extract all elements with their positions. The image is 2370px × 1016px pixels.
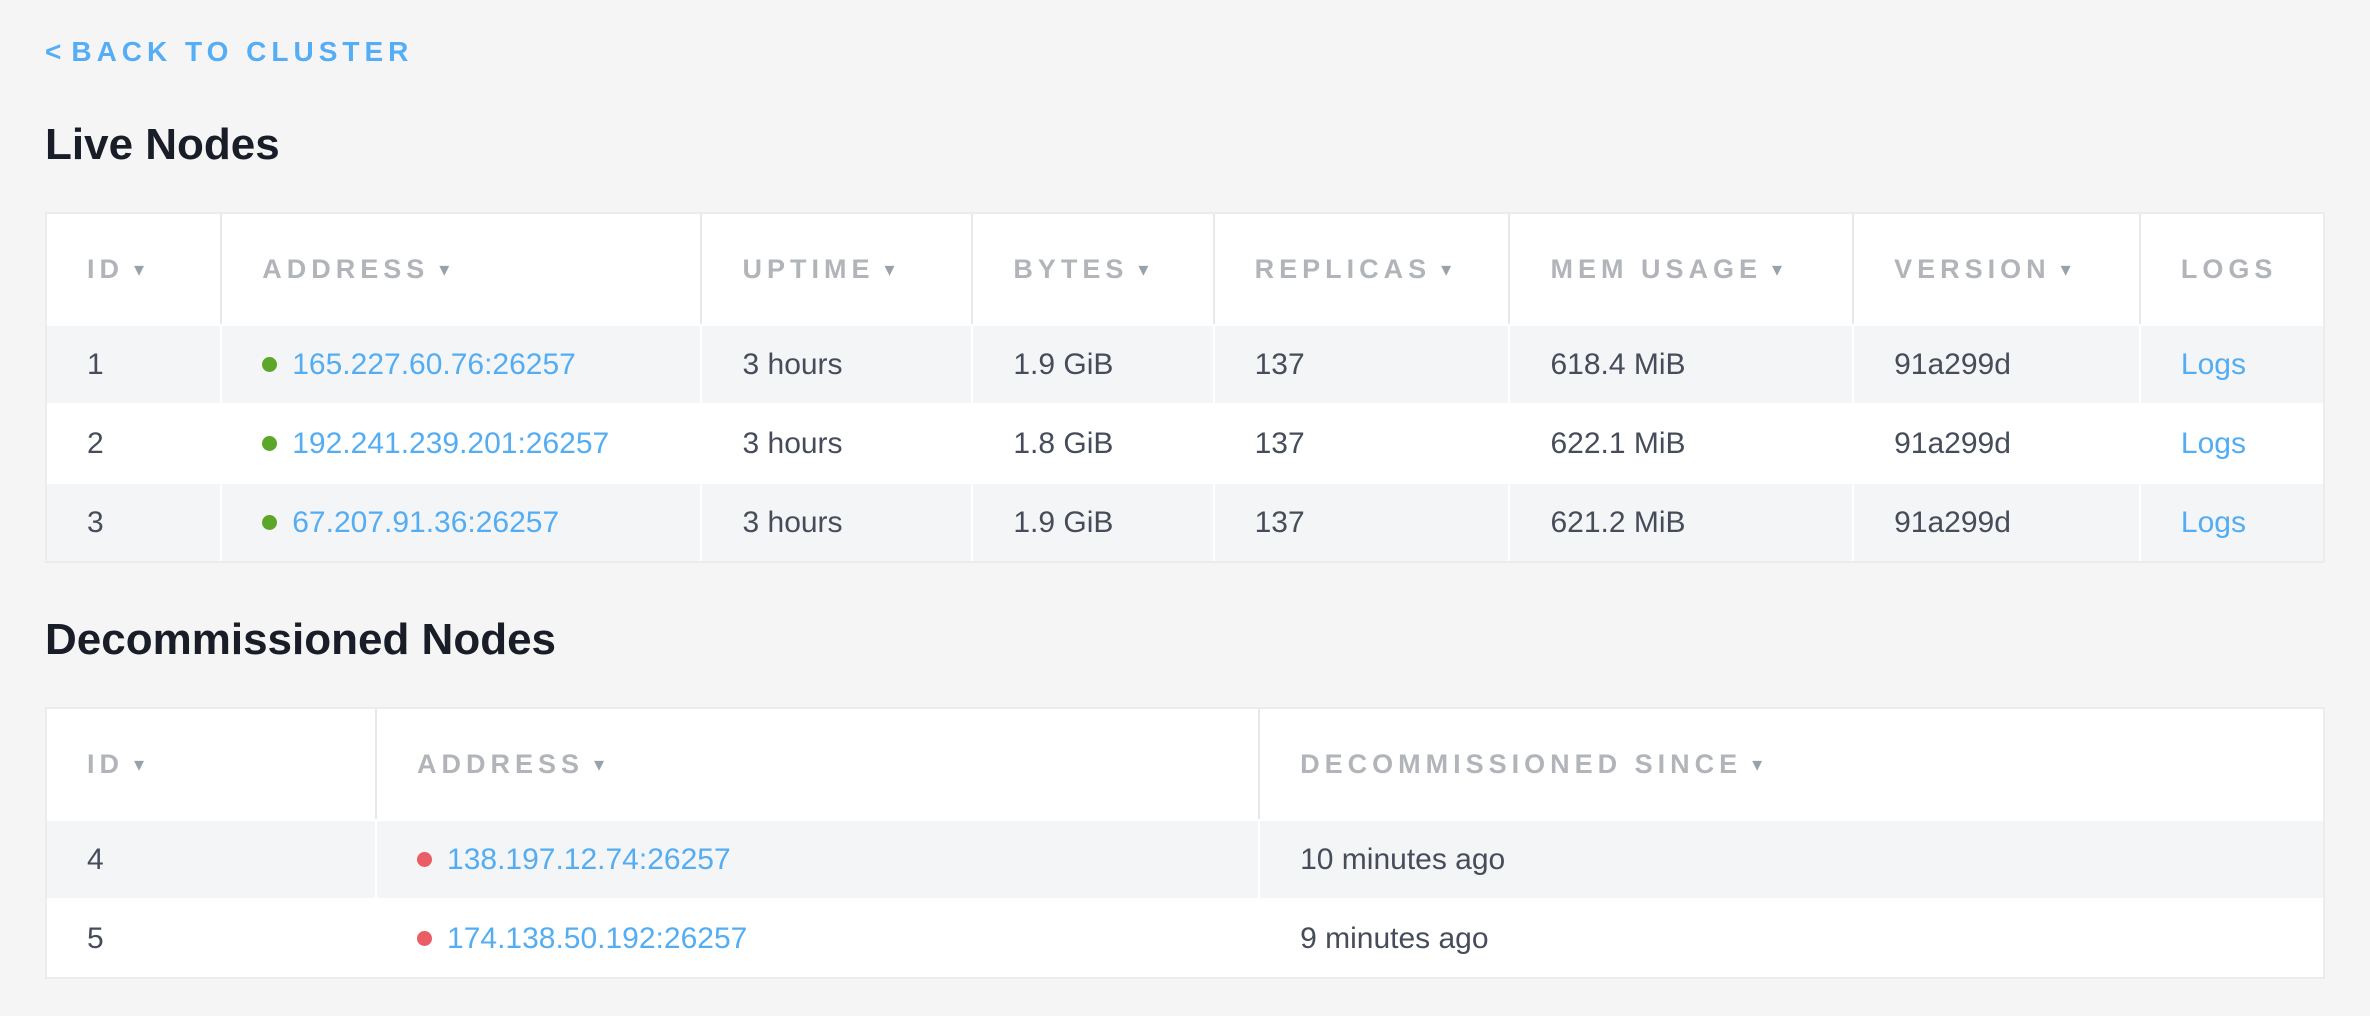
node-id-cell: 4 xyxy=(47,819,377,898)
sort-arrow-icon: ▾ xyxy=(885,257,895,282)
live-nodes-header-row: ID ▾ ADDRESS ▾ UPTIME ▾ BYTES ▾ REPLICAS ▾ ME… xyxy=(47,214,2323,324)
node-version-cell: 91a299d xyxy=(1854,403,2141,482)
back-to-cluster-label: BACK TO CLUSTER xyxy=(71,36,413,67)
node-address-cell: 192.241.239.201:26257 xyxy=(222,403,702,482)
column-header-mem-usage[interactable]: MEM USAGE ▾ xyxy=(1510,214,1854,324)
sort-arrow-icon: ▾ xyxy=(134,257,144,282)
table-row-node-5: 5 174.138.50.192:26257 9 minutes ago xyxy=(47,898,2323,977)
node-replicas-cell: 137 xyxy=(1215,324,1511,403)
node-address-link[interactable]: 192.241.239.201:26257 xyxy=(292,427,609,460)
node-decommissioned-since-cell: 9 minutes ago xyxy=(1260,898,2323,977)
sort-arrow-icon: ▾ xyxy=(1138,257,1148,282)
node-mem-usage-cell: 621.2 MiB xyxy=(1510,482,1854,561)
node-mem-usage-cell: 618.4 MiB xyxy=(1510,324,1854,403)
column-header-version-label: VERSION xyxy=(1894,254,2051,284)
node-id-cell: 1 xyxy=(47,324,222,403)
table-row-node-1: 1 165.227.60.76:26257 3 hours 1.9 GiB 13… xyxy=(47,324,2323,403)
column-header-address-label: ADDRESS xyxy=(417,749,584,779)
nodes-page: < BACK TO CLUSTER Live Nodes ID ▾ ADDRESS ▾… xyxy=(0,0,2370,979)
column-header-uptime-label: UPTIME xyxy=(742,254,874,284)
column-header-address[interactable]: ADDRESS ▾ xyxy=(222,214,702,324)
table-row-node-4: 4 138.197.12.74:26257 10 minutes ago xyxy=(47,819,2323,898)
node-replicas-cell: 137 xyxy=(1215,403,1511,482)
node-address-cell: 165.227.60.76:26257 xyxy=(222,324,702,403)
node-logs-cell: Logs xyxy=(2141,482,2323,561)
decommissioned-status-dot-icon xyxy=(417,852,432,867)
node-id-cell: 5 xyxy=(47,898,377,977)
node-address-cell: 138.197.12.74:26257 xyxy=(377,819,1260,898)
column-header-id[interactable]: ID ▾ xyxy=(47,709,377,819)
column-header-decommissioned-since[interactable]: DECOMMISSIONED SINCE ▾ xyxy=(1260,709,2323,819)
live-status-dot-icon xyxy=(262,515,277,530)
node-address-link[interactable]: 67.207.91.36:26257 xyxy=(292,506,559,539)
decommissioned-nodes-header-row: ID ▾ ADDRESS ▾ DECOMMISSIONED SINCE ▾ xyxy=(47,709,2323,819)
column-header-logs: LOGS xyxy=(2141,214,2323,324)
sort-arrow-icon: ▾ xyxy=(439,257,449,282)
node-version-cell: 91a299d xyxy=(1854,324,2141,403)
column-header-id-label: ID xyxy=(87,749,124,779)
live-nodes-table: ID ▾ ADDRESS ▾ UPTIME ▾ BYTES ▾ REPLICAS ▾ ME… xyxy=(45,212,2325,563)
decommissioned-nodes-table: ID ▾ ADDRESS ▾ DECOMMISSIONED SINCE ▾ 4 138… xyxy=(45,707,2325,979)
node-address-cell: 174.138.50.192:26257 xyxy=(377,898,1260,977)
logs-link[interactable]: Logs xyxy=(2181,427,2246,460)
column-header-replicas-label: REPLICAS xyxy=(1255,254,1432,284)
sort-arrow-icon: ▾ xyxy=(594,752,604,777)
column-header-bytes[interactable]: BYTES ▾ xyxy=(973,214,1214,324)
column-header-address-label: ADDRESS xyxy=(262,254,429,284)
node-logs-cell: Logs xyxy=(2141,403,2323,482)
back-to-cluster-link[interactable]: < BACK TO CLUSTER xyxy=(45,36,413,68)
node-id-cell: 3 xyxy=(47,482,222,561)
table-row-node-2: 2 192.241.239.201:26257 3 hours 1.8 GiB … xyxy=(47,403,2323,482)
decommissioned-status-dot-icon xyxy=(417,931,432,946)
logs-link[interactable]: Logs xyxy=(2181,348,2246,381)
column-header-replicas[interactable]: REPLICAS ▾ xyxy=(1215,214,1511,324)
column-header-uptime[interactable]: UPTIME ▾ xyxy=(702,214,973,324)
node-bytes-cell: 1.8 GiB xyxy=(973,403,1214,482)
column-header-version[interactable]: VERSION ▾ xyxy=(1854,214,2141,324)
node-decommissioned-since-cell: 10 minutes ago xyxy=(1260,819,2323,898)
node-uptime-cell: 3 hours xyxy=(702,324,973,403)
node-address-link[interactable]: 174.138.50.192:26257 xyxy=(447,922,747,955)
sort-arrow-icon: ▾ xyxy=(1772,257,1782,282)
live-nodes-title: Live Nodes xyxy=(45,120,2325,170)
column-header-id-label: ID xyxy=(87,254,124,284)
node-address-link[interactable]: 165.227.60.76:26257 xyxy=(292,348,576,381)
column-header-mem-usage-label: MEM USAGE xyxy=(1550,254,1762,284)
node-mem-usage-cell: 622.1 MiB xyxy=(1510,403,1854,482)
sort-arrow-icon: ▾ xyxy=(1441,257,1451,282)
node-version-cell: 91a299d xyxy=(1854,482,2141,561)
node-address-cell: 67.207.91.36:26257 xyxy=(222,482,702,561)
decommissioned-nodes-title: Decommissioned Nodes xyxy=(45,615,2325,665)
table-row-node-3: 3 67.207.91.36:26257 3 hours 1.9 GiB 137… xyxy=(47,482,2323,561)
node-address-link[interactable]: 138.197.12.74:26257 xyxy=(447,843,731,876)
logs-link[interactable]: Logs xyxy=(2181,506,2246,539)
column-header-bytes-label: BYTES xyxy=(1013,254,1128,284)
column-header-logs-label: LOGS xyxy=(2181,254,2278,284)
node-replicas-cell: 137 xyxy=(1215,482,1511,561)
sort-arrow-icon: ▾ xyxy=(134,752,144,777)
live-status-dot-icon xyxy=(262,436,277,451)
column-header-id[interactable]: ID ▾ xyxy=(47,214,222,324)
live-status-dot-icon xyxy=(262,357,277,372)
column-header-decommissioned-since-label: DECOMMISSIONED SINCE xyxy=(1300,749,1742,779)
node-uptime-cell: 3 hours xyxy=(702,403,973,482)
chevron-left-icon: < xyxy=(45,36,61,67)
node-bytes-cell: 1.9 GiB xyxy=(973,324,1214,403)
sort-arrow-icon: ▾ xyxy=(1752,752,1762,777)
sort-arrow-icon: ▾ xyxy=(2061,257,2071,282)
node-uptime-cell: 3 hours xyxy=(702,482,973,561)
node-logs-cell: Logs xyxy=(2141,324,2323,403)
node-bytes-cell: 1.9 GiB xyxy=(973,482,1214,561)
column-header-address[interactable]: ADDRESS ▾ xyxy=(377,709,1260,819)
node-id-cell: 2 xyxy=(47,403,222,482)
